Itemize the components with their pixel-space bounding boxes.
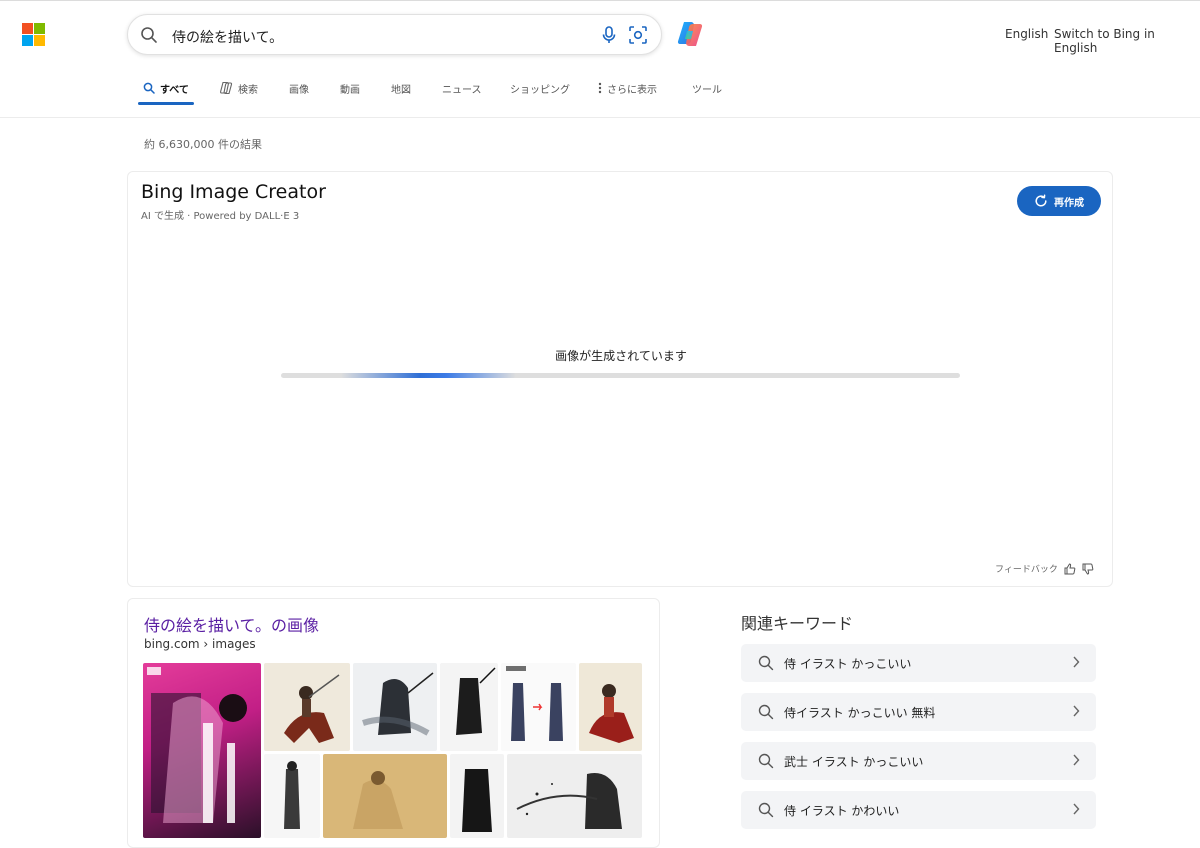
tab-label: ショッピング [510, 84, 570, 96]
image-thumbnail[interactable] [579, 663, 642, 751]
progress-shimmer [341, 373, 516, 378]
copilot-icon[interactable] [675, 19, 705, 49]
logo-red-square [22, 23, 33, 34]
tab-tools[interactable]: ツール [692, 80, 722, 96]
tab-maps[interactable]: 地図 [391, 80, 411, 96]
tab-label: 地図 [391, 84, 411, 96]
regenerate-label: 再作成 [1054, 197, 1084, 209]
search-icon [758, 655, 774, 671]
tab-more[interactable]: さらに表示 [598, 80, 657, 96]
image-thumbnail[interactable] [440, 663, 498, 751]
splash-samurai-image [516, 773, 622, 829]
generating-status: 画像が生成されています [555, 349, 687, 363]
feedback-label[interactable]: フィードバック [995, 562, 1058, 575]
seated-samurai-image [353, 771, 403, 829]
related-keywords-title: 関連キーワード [741, 614, 854, 633]
generation-progress-bar [281, 373, 960, 378]
sketch-samurai-image [456, 667, 496, 735]
ink-samurai-image [362, 672, 434, 736]
copilot-search-icon [220, 81, 233, 95]
standing-samurai-image [284, 761, 300, 829]
thumbs-down-icon[interactable] [1082, 563, 1094, 575]
image-thumbnail[interactable] [507, 754, 642, 838]
tab-label: すべて [160, 84, 189, 96]
image-creator-card: Bing Image Creator AI で生成 · Powered by D… [127, 171, 1113, 587]
top-border [0, 0, 1200, 1]
chevron-right-icon [1073, 656, 1080, 668]
search-input[interactable]: 侍の絵を描いて。 [172, 27, 283, 47]
result-count: 約 6,630,000 件の結果 [144, 138, 262, 151]
red-samurai-horse-image [589, 684, 634, 743]
thumbs-up-icon[interactable] [1064, 562, 1076, 575]
search-icon [758, 753, 774, 769]
image-thumbnail[interactable] [264, 663, 350, 751]
related-keyword-item[interactable]: 侍 イラスト かっこいい [741, 644, 1096, 682]
chevron-right-icon [1073, 803, 1080, 815]
regenerate-button[interactable]: 再作成 [1017, 186, 1101, 216]
images-result-title[interactable]: 侍の絵を描いて。の画像 [144, 612, 319, 636]
related-keyword-text: 武士 イラスト かっこいい [784, 755, 924, 769]
kendo-stance-image [506, 666, 563, 741]
search-icon [758, 802, 774, 818]
related-keyword-item[interactable]: 侍イラスト かっこいい 無料 [741, 693, 1096, 731]
related-keyword-text: 侍 イラスト かわいい [784, 804, 900, 818]
tab-label: ニュース [442, 84, 482, 96]
chevron-right-icon [1073, 754, 1080, 766]
search-box[interactable]: 侍の絵を描いて。 [127, 14, 662, 55]
tab-shopping[interactable]: ショッピング [510, 80, 570, 96]
dark-samurai-image [462, 769, 492, 832]
more-vertical-icon [598, 82, 602, 94]
logo-yellow-square [34, 35, 45, 46]
images-result-card: 侍の絵を描いて。の画像 bing.com › images [127, 598, 660, 848]
visual-search-icon[interactable] [629, 26, 647, 48]
microsoft-logo[interactable] [22, 23, 45, 46]
image-thumbnail[interactable] [450, 754, 504, 838]
samurai-poster-image [147, 667, 247, 823]
refresh-icon [1035, 194, 1047, 207]
tab-label: 画像 [289, 84, 309, 96]
image-creator-title: Bing Image Creator [141, 181, 326, 203]
related-keyword-item[interactable]: 武士 イラスト かっこいい [741, 742, 1096, 780]
search-icon [143, 82, 155, 94]
search-icon [758, 704, 774, 720]
related-keyword-text: 侍イラスト かっこいい 無料 [784, 706, 936, 720]
image-thumbnail[interactable] [264, 754, 320, 838]
feedback-area: フィードバック [995, 562, 1094, 575]
tab-videos[interactable]: 動画 [340, 80, 360, 96]
tab-label: 動画 [340, 84, 360, 96]
image-thumbnail[interactable] [323, 754, 447, 838]
tab-label: ツール [692, 84, 722, 96]
image-thumbnail[interactable] [353, 663, 437, 751]
image-creator-subtitle: AI で生成 · Powered by DALL·E 3 [141, 211, 300, 222]
tab-all[interactable]: すべて [143, 80, 189, 96]
tab-label: 検索 [238, 84, 258, 96]
search-icon[interactable] [140, 26, 158, 48]
samurai-on-horse-image [284, 674, 340, 743]
related-keyword-item[interactable]: 侍 イラスト かわいい [741, 791, 1096, 829]
microphone-icon[interactable] [601, 26, 617, 48]
logo-green-square [34, 23, 45, 34]
tab-label: さらに表示 [607, 84, 657, 96]
related-keyword-text: 侍 イラスト かっこいい [784, 657, 912, 671]
image-thumbnail[interactable] [143, 663, 261, 838]
nav-tabs: すべて 検索 画像 動画 地図 ニュース ショッピング さらに表示 ツール [0, 72, 1200, 118]
image-thumbnail[interactable] [501, 663, 576, 751]
chevron-right-icon [1073, 705, 1080, 717]
english-link[interactable]: English [1005, 27, 1048, 41]
active-tab-indicator [138, 102, 194, 105]
switch-to-english-link[interactable]: Switch to Bing in English [1054, 27, 1200, 55]
images-result-url: bing.com › images [144, 637, 256, 651]
logo-blue-square [22, 35, 33, 46]
tab-search[interactable]: 検索 [219, 80, 258, 96]
tab-images[interactable]: 画像 [289, 80, 309, 96]
tab-news[interactable]: ニュース [442, 80, 482, 96]
